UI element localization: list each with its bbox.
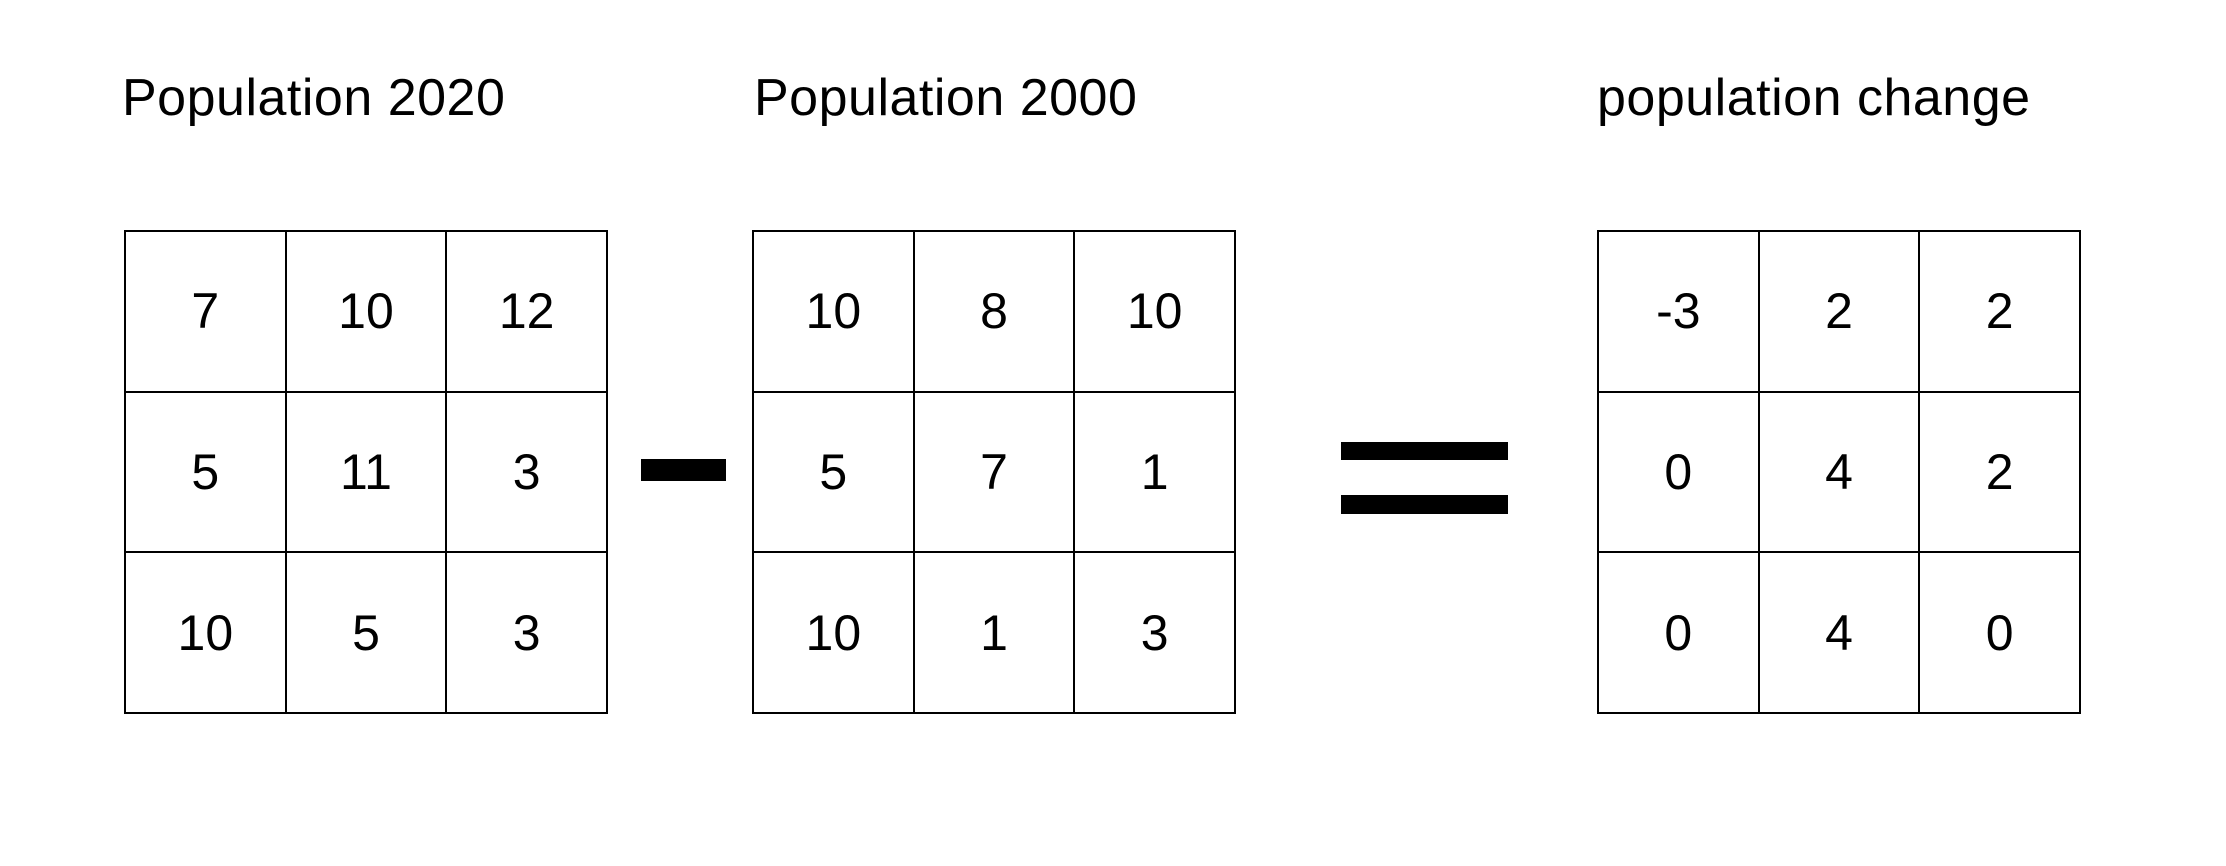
matrix-cell: 0 bbox=[1598, 391, 1759, 553]
matrix-cell: 5 bbox=[285, 552, 447, 713]
matrix-cell: 2 bbox=[1919, 231, 2080, 392]
matrix-cell: 10 bbox=[125, 552, 286, 713]
matrix-cell: 1 bbox=[1074, 391, 1235, 553]
minus-sign bbox=[641, 459, 726, 481]
matrix-cell: 8 bbox=[913, 231, 1075, 392]
matrix-cell: 2 bbox=[1919, 391, 2080, 553]
matrix-cell: 4 bbox=[1758, 391, 1920, 553]
equals-bar-top bbox=[1341, 442, 1508, 460]
matrix-population-2000: 10 8 10 5 7 1 10 1 3 bbox=[752, 230, 1236, 714]
equals-bar-bottom bbox=[1341, 495, 1508, 514]
matrix-cell: 3 bbox=[1074, 552, 1235, 713]
matrix-population-change: -3 2 2 0 4 2 0 4 0 bbox=[1597, 230, 2081, 714]
matrix-cell: 10 bbox=[753, 231, 914, 392]
matrix-cell: -3 bbox=[1598, 231, 1759, 392]
matrix-cell: 3 bbox=[446, 552, 607, 713]
matrix-cell: 10 bbox=[1074, 231, 1235, 392]
matrix-cell: 0 bbox=[1919, 552, 2080, 713]
title-population-change: population change bbox=[1597, 69, 2031, 127]
matrix-population-2020: 7 10 12 5 11 3 10 5 3 bbox=[124, 230, 608, 714]
matrix-cell: 11 bbox=[285, 391, 447, 553]
matrix-cell: 4 bbox=[1758, 552, 1920, 713]
matrix-cell: 5 bbox=[125, 391, 286, 553]
matrix-cell: 12 bbox=[446, 231, 607, 392]
matrix-cell: 5 bbox=[753, 391, 914, 553]
matrix-cell: 3 bbox=[446, 391, 607, 553]
matrix-cell: 7 bbox=[913, 391, 1075, 553]
matrix-cell: 0 bbox=[1598, 552, 1759, 713]
matrix-cell: 10 bbox=[753, 552, 914, 713]
matrix-cell: 2 bbox=[1758, 231, 1920, 392]
title-population-2000: Population 2000 bbox=[754, 69, 1138, 127]
matrix-cell: 10 bbox=[285, 231, 447, 392]
matrix-cell: 1 bbox=[913, 552, 1075, 713]
matrix-cell: 7 bbox=[125, 231, 286, 392]
title-population-2020: Population 2020 bbox=[122, 69, 506, 127]
